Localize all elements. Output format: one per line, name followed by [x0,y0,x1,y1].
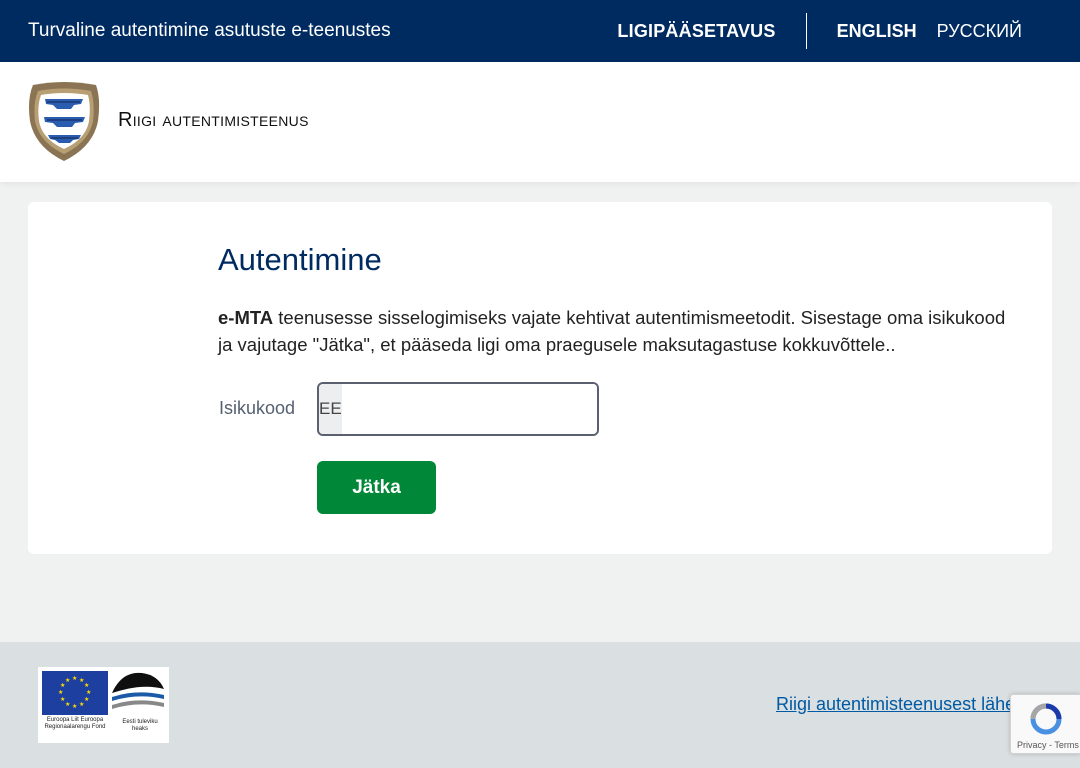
recaptcha-badge[interactable]: Privacy - Terms [1010,694,1080,754]
svg-text:★: ★ [84,696,89,703]
accessibility-link[interactable]: LIGIPÄÄSETAVUS [617,21,805,42]
eu-funding-logo: ★ ★ ★ ★ ★ ★ ★ ★ ★ ★ ★ ★ Euroopa Liit Euroopa Reg… [38,667,169,743]
svg-text:★: ★ [65,701,70,708]
divider [805,13,807,49]
brand-name: Riigi autentimisteenus [118,109,309,131]
language-russian[interactable]: РУССКИЙ [937,21,1022,42]
eu-logo-text: Euroopa Liit Euroopa Regionaalarengu Fon… [44,717,106,730]
intro-text: e-MTA teenusesse sisselogimiseks vajate … [218,304,1018,358]
about-service-link[interactable]: Riigi autentimisteenusest lähemalt [776,694,1049,715]
svg-text:★: ★ [72,675,77,682]
intro-body: teenusesse sisselogimiseks vajate kehtiv… [218,307,1006,355]
estonian-coat-of-arms-icon [29,82,100,161]
top-bar: Turvaline autentimine asutuste e-teenust… [0,0,1080,62]
language-bar: LIGIPÄÄSETAVUS ENGLISH РУССКИЙ [617,0,1022,62]
continue-button[interactable]: Jätka [317,461,436,514]
tagline: Turvaline autentimine asutuste e-teenust… [28,20,391,41]
recaptcha-terms[interactable]: Privacy - Terms [1017,740,1079,750]
recaptcha-icon [1030,703,1062,735]
page-title: Autentimine [218,242,382,277]
svg-text:★: ★ [58,689,63,696]
svg-text:★: ★ [72,703,77,710]
authentication-card: Autentimine e-MTA teenusesse sisselogimi… [28,202,1052,554]
language-english[interactable]: ENGLISH [837,21,917,42]
site-header: Riigi autentimisteenus [0,62,1080,182]
personal-code-field: EE [317,382,599,436]
svg-text:★: ★ [86,689,91,696]
personal-code-label: Isikukood [219,398,296,418]
personal-code-input[interactable] [341,384,597,434]
svg-text:★: ★ [79,701,84,708]
country-prefix: EE [319,384,342,434]
site-footer: ★ ★ ★ ★ ★ ★ ★ ★ ★ ★ ★ ★ Euroopa Liit Euroopa Reg… [0,642,1080,768]
svg-text:★: ★ [84,682,89,689]
svg-text:★: ★ [65,677,70,684]
service-name: e-MTA [218,307,274,328]
svg-text:★: ★ [60,696,65,703]
ee-logo-text: Eesti tuleviku heaks [122,719,158,732]
